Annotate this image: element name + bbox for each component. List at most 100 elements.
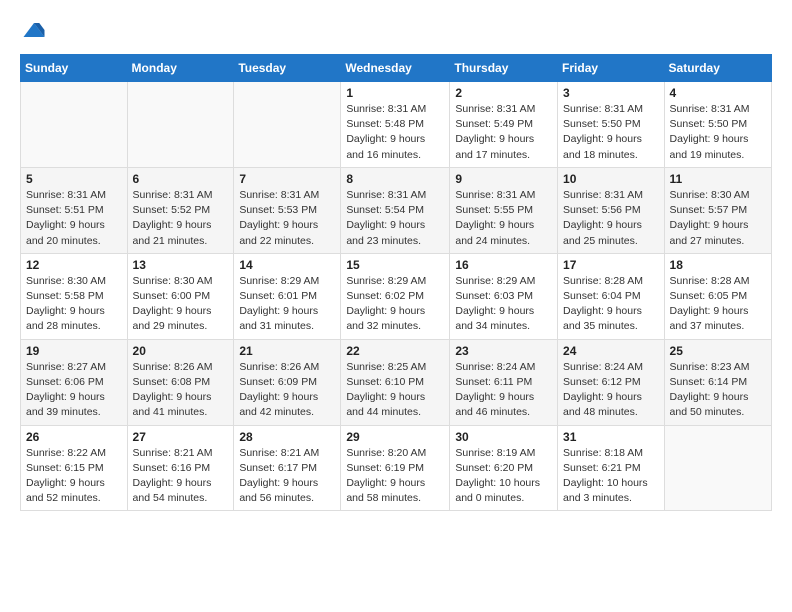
day-info: Sunrise: 8:30 AMSunset: 5:58 PMDaylight:… bbox=[26, 274, 122, 335]
day-number: 4 bbox=[670, 86, 766, 100]
day-info: Sunrise: 8:23 AMSunset: 6:14 PMDaylight:… bbox=[670, 360, 766, 421]
day-number: 29 bbox=[346, 430, 444, 444]
calendar-row-1: 5Sunrise: 8:31 AMSunset: 5:51 PMDaylight… bbox=[21, 167, 772, 253]
day-number: 6 bbox=[133, 172, 229, 186]
day-number: 31 bbox=[563, 430, 659, 444]
day-number: 16 bbox=[455, 258, 552, 272]
calendar-row-2: 12Sunrise: 8:30 AMSunset: 5:58 PMDayligh… bbox=[21, 253, 772, 339]
day-info: Sunrise: 8:26 AMSunset: 6:08 PMDaylight:… bbox=[133, 360, 229, 421]
calendar-cell: 20 Sunrise: 8:26 AMSunset: 6:08 PMDayligh… bbox=[127, 339, 234, 425]
calendar-row-3: 19 Sunrise: 8:27 AMSunset: 6:06 PMDayligh… bbox=[21, 339, 772, 425]
day-number: 13 bbox=[133, 258, 229, 272]
calendar-cell: 11 Sunrise: 8:30 AMSunset: 5:57 PMDayligh… bbox=[664, 167, 771, 253]
day-number: 17 bbox=[563, 258, 659, 272]
calendar-cell bbox=[664, 425, 771, 511]
day-number: 21 bbox=[239, 344, 335, 358]
day-number: 24 bbox=[563, 344, 659, 358]
calendar-cell: 23 Sunrise: 8:24 AMSunset: 6:11 PMDayligh… bbox=[450, 339, 558, 425]
day-number: 20 bbox=[133, 344, 229, 358]
calendar-cell: 29Sunrise: 8:20 AMSunset: 6:19 PMDayligh… bbox=[341, 425, 450, 511]
calendar-cell: 4Sunrise: 8:31 AMSunset: 5:50 PMDaylight… bbox=[664, 82, 771, 168]
day-number: 11 bbox=[670, 172, 766, 186]
day-number: 22 bbox=[346, 344, 444, 358]
calendar-cell: 2 Sunrise: 8:31 AMSunset: 5:49 PMDaylight… bbox=[450, 82, 558, 168]
day-number: 19 bbox=[26, 344, 122, 358]
calendar-cell: 1 Sunrise: 8:31 AMSunset: 5:48 PMDaylight… bbox=[341, 82, 450, 168]
calendar-cell: 15 Sunrise: 8:29 AMSunset: 6:02 PMDayligh… bbox=[341, 253, 450, 339]
header bbox=[20, 16, 772, 44]
calendar-cell: 18 Sunrise: 8:28 AMSunset: 6:05 PMDayligh… bbox=[664, 253, 771, 339]
calendar-cell: 17Sunrise: 8:28 AMSunset: 6:04 PMDayligh… bbox=[558, 253, 665, 339]
day-number: 8 bbox=[346, 172, 444, 186]
day-info: Sunrise: 8:31 AMSunset: 5:55 PMDaylight:… bbox=[455, 188, 552, 249]
day-info: Sunrise: 8:31 AMSunset: 5:48 PMDaylight:… bbox=[346, 102, 444, 163]
weekday-header-tuesday: Tuesday bbox=[234, 55, 341, 82]
day-number: 14 bbox=[239, 258, 335, 272]
day-info: Sunrise: 8:31 AMSunset: 5:50 PMDaylight:… bbox=[563, 102, 659, 163]
calendar-cell: 5Sunrise: 8:31 AMSunset: 5:51 PMDaylight… bbox=[21, 167, 128, 253]
page: SundayMondayTuesdayWednesdayThursdayFrid… bbox=[0, 0, 792, 527]
day-info: Sunrise: 8:29 AMSunset: 6:01 PMDaylight:… bbox=[239, 274, 335, 335]
calendar-header: SundayMondayTuesdayWednesdayThursdayFrid… bbox=[21, 55, 772, 82]
calendar-table: SundayMondayTuesdayWednesdayThursdayFrid… bbox=[20, 54, 772, 511]
day-number: 5 bbox=[26, 172, 122, 186]
day-info: Sunrise: 8:24 AMSunset: 6:12 PMDaylight:… bbox=[563, 360, 659, 421]
day-number: 27 bbox=[133, 430, 229, 444]
day-info: Sunrise: 8:18 AMSunset: 6:21 PMDaylight:… bbox=[563, 446, 659, 507]
weekday-header-wednesday: Wednesday bbox=[341, 55, 450, 82]
calendar-cell: 10 Sunrise: 8:31 AMSunset: 5:56 PMDayligh… bbox=[558, 167, 665, 253]
day-info: Sunrise: 8:28 AMSunset: 6:05 PMDaylight:… bbox=[670, 274, 766, 335]
day-info: Sunrise: 8:21 AMSunset: 6:17 PMDaylight:… bbox=[239, 446, 335, 507]
calendar-cell bbox=[127, 82, 234, 168]
day-info: Sunrise: 8:19 AMSunset: 6:20 PMDaylight:… bbox=[455, 446, 552, 507]
day-info: Sunrise: 8:27 AMSunset: 6:06 PMDaylight:… bbox=[26, 360, 122, 421]
calendar-cell: 14 Sunrise: 8:29 AMSunset: 6:01 PMDayligh… bbox=[234, 253, 341, 339]
day-number: 9 bbox=[455, 172, 552, 186]
calendar-cell: 16 Sunrise: 8:29 AMSunset: 6:03 PMDayligh… bbox=[450, 253, 558, 339]
calendar-row-0: 1 Sunrise: 8:31 AMSunset: 5:48 PMDaylight… bbox=[21, 82, 772, 168]
calendar-cell: 26Sunrise: 8:22 AMSunset: 6:15 PMDayligh… bbox=[21, 425, 128, 511]
day-info: Sunrise: 8:30 AMSunset: 5:57 PMDaylight:… bbox=[670, 188, 766, 249]
calendar-cell: 22 Sunrise: 8:25 AMSunset: 6:10 PMDayligh… bbox=[341, 339, 450, 425]
calendar-row-4: 26Sunrise: 8:22 AMSunset: 6:15 PMDayligh… bbox=[21, 425, 772, 511]
calendar-cell: 6Sunrise: 8:31 AMSunset: 5:52 PMDaylight… bbox=[127, 167, 234, 253]
day-number: 30 bbox=[455, 430, 552, 444]
calendar-cell: 25 Sunrise: 8:23 AMSunset: 6:14 PMDayligh… bbox=[664, 339, 771, 425]
day-info: Sunrise: 8:30 AMSunset: 6:00 PMDaylight:… bbox=[133, 274, 229, 335]
calendar-cell: 30 Sunrise: 8:19 AMSunset: 6:20 PMDayligh… bbox=[450, 425, 558, 511]
logo bbox=[20, 16, 52, 44]
day-number: 1 bbox=[346, 86, 444, 100]
weekday-header-friday: Friday bbox=[558, 55, 665, 82]
calendar-cell: 12Sunrise: 8:30 AMSunset: 5:58 PMDayligh… bbox=[21, 253, 128, 339]
day-info: Sunrise: 8:21 AMSunset: 6:16 PMDaylight:… bbox=[133, 446, 229, 507]
weekday-header-row: SundayMondayTuesdayWednesdayThursdayFrid… bbox=[21, 55, 772, 82]
weekday-header-monday: Monday bbox=[127, 55, 234, 82]
logo-icon bbox=[20, 16, 48, 44]
weekday-header-thursday: Thursday bbox=[450, 55, 558, 82]
day-info: Sunrise: 8:25 AMSunset: 6:10 PMDaylight:… bbox=[346, 360, 444, 421]
calendar-cell bbox=[21, 82, 128, 168]
day-number: 23 bbox=[455, 344, 552, 358]
calendar-cell: 31 Sunrise: 8:18 AMSunset: 6:21 PMDayligh… bbox=[558, 425, 665, 511]
day-number: 7 bbox=[239, 172, 335, 186]
day-number: 18 bbox=[670, 258, 766, 272]
day-number: 10 bbox=[563, 172, 659, 186]
calendar-cell: 24 Sunrise: 8:24 AMSunset: 6:12 PMDayligh… bbox=[558, 339, 665, 425]
day-info: Sunrise: 8:29 AMSunset: 6:03 PMDaylight:… bbox=[455, 274, 552, 335]
day-number: 26 bbox=[26, 430, 122, 444]
day-info: Sunrise: 8:29 AMSunset: 6:02 PMDaylight:… bbox=[346, 274, 444, 335]
day-info: Sunrise: 8:24 AMSunset: 6:11 PMDaylight:… bbox=[455, 360, 552, 421]
day-number: 15 bbox=[346, 258, 444, 272]
calendar-cell bbox=[234, 82, 341, 168]
day-number: 25 bbox=[670, 344, 766, 358]
day-number: 2 bbox=[455, 86, 552, 100]
calendar-cell: 19 Sunrise: 8:27 AMSunset: 6:06 PMDayligh… bbox=[21, 339, 128, 425]
calendar-cell: 21 Sunrise: 8:26 AMSunset: 6:09 PMDayligh… bbox=[234, 339, 341, 425]
day-info: Sunrise: 8:26 AMSunset: 6:09 PMDaylight:… bbox=[239, 360, 335, 421]
day-info: Sunrise: 8:31 AMSunset: 5:49 PMDaylight:… bbox=[455, 102, 552, 163]
day-info: Sunrise: 8:31 AMSunset: 5:56 PMDaylight:… bbox=[563, 188, 659, 249]
calendar-cell: 9 Sunrise: 8:31 AMSunset: 5:55 PMDaylight… bbox=[450, 167, 558, 253]
calendar-cell: 7 Sunrise: 8:31 AMSunset: 5:53 PMDaylight… bbox=[234, 167, 341, 253]
calendar-cell: 13 Sunrise: 8:30 AMSunset: 6:00 PMDayligh… bbox=[127, 253, 234, 339]
day-info: Sunrise: 8:31 AMSunset: 5:53 PMDaylight:… bbox=[239, 188, 335, 249]
